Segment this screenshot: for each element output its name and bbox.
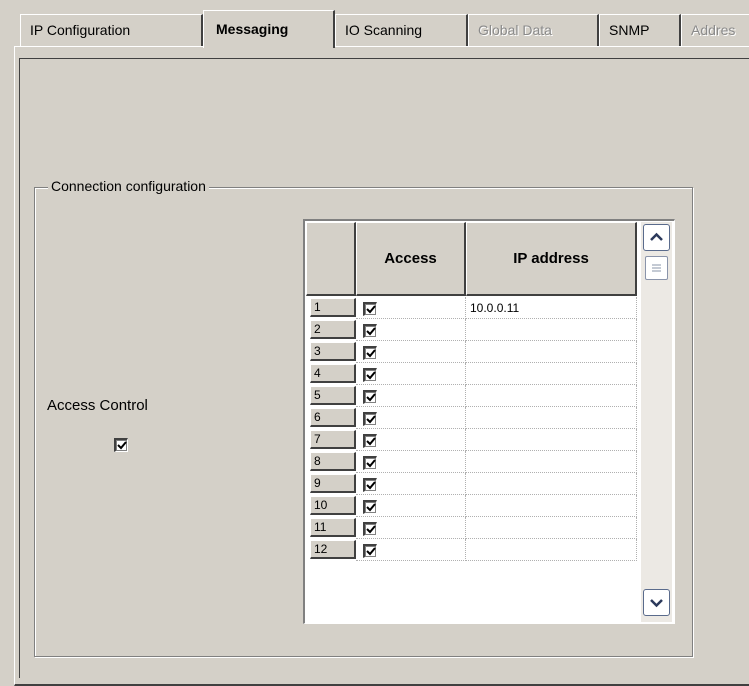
row-number[interactable]: 9 [310, 474, 356, 493]
checkmark-icon [366, 349, 376, 358]
column-header-ip-address[interactable]: IP address [466, 222, 637, 296]
access-checkbox[interactable] [363, 544, 377, 558]
access-grid: Access IP address 1 10.0.0.11 2 3 4 5 6 7 8 9 10 11… [303, 219, 675, 624]
scroll-down-button[interactable] [643, 589, 670, 616]
access-checkbox[interactable] [363, 368, 377, 382]
vertical-scrollbar[interactable] [641, 222, 672, 622]
row-number[interactable]: 8 [310, 452, 356, 471]
column-header-access[interactable]: Access [356, 222, 466, 296]
access-checkbox[interactable] [363, 324, 377, 338]
tab-label: IP Configuration [30, 22, 131, 38]
tab-label: Global Data [478, 22, 552, 38]
row-number[interactable]: 10 [310, 496, 356, 515]
ip-address-cell[interactable] [466, 429, 637, 451]
access-checkbox[interactable] [363, 500, 377, 514]
scroll-thumb[interactable] [645, 256, 668, 280]
checkmark-icon [366, 525, 376, 534]
row-number[interactable]: 12 [310, 540, 356, 559]
row-number[interactable]: 6 [310, 408, 356, 427]
access-cell[interactable] [356, 473, 466, 495]
checkmark-icon [366, 305, 376, 314]
access-cell[interactable] [356, 451, 466, 473]
tab-address[interactable]: Addres [681, 14, 749, 46]
row-number[interactable]: 1 [310, 298, 356, 317]
grid-corner-header [306, 222, 356, 296]
checkmark-icon [366, 415, 376, 424]
row-number[interactable]: 3 [310, 342, 356, 361]
ip-address-cell[interactable]: 10.0.0.11 [466, 297, 637, 319]
ip-address-cell[interactable] [466, 517, 637, 539]
access-cell[interactable] [356, 407, 466, 429]
checkmark-icon [366, 481, 376, 490]
ip-address-cell[interactable] [466, 385, 637, 407]
access-cell[interactable] [356, 385, 466, 407]
tab-snmp[interactable]: SNMP [599, 14, 681, 46]
tab-messaging[interactable]: Messaging [203, 10, 335, 48]
grip-icon [652, 264, 661, 272]
checkmark-icon [366, 371, 376, 380]
access-checkbox[interactable] [363, 456, 377, 470]
group-title: Connection configuration [48, 176, 209, 196]
scroll-up-button[interactable] [643, 224, 670, 251]
checkmark-icon [366, 437, 376, 446]
access-cell[interactable] [356, 297, 466, 319]
chevron-up-icon [650, 232, 663, 241]
tab-global-data[interactable]: Global Data [468, 14, 599, 46]
tab-label: Addres [691, 22, 736, 38]
row-number[interactable]: 4 [310, 364, 356, 383]
checkmark-icon [366, 547, 376, 556]
tab-ip-configuration[interactable]: IP Configuration [20, 14, 203, 46]
access-checkbox[interactable] [363, 390, 377, 404]
access-cell[interactable] [356, 319, 466, 341]
access-checkbox[interactable] [363, 412, 377, 426]
row-number[interactable]: 11 [310, 518, 356, 537]
access-cell[interactable] [356, 539, 466, 561]
checkmark-icon [117, 441, 127, 450]
access-cell[interactable] [356, 363, 466, 385]
ip-address-cell[interactable] [466, 495, 637, 517]
ip-address-cell[interactable] [466, 473, 637, 495]
ip-address-cell[interactable] [466, 407, 637, 429]
access-checkbox[interactable] [363, 434, 377, 448]
access-checkbox[interactable] [363, 346, 377, 360]
tab-label: Messaging [216, 21, 289, 37]
access-cell[interactable] [356, 429, 466, 451]
chevron-down-icon [650, 599, 663, 608]
tab-label: IO Scanning [345, 22, 423, 38]
checkmark-icon [366, 459, 376, 468]
checkmark-icon [366, 503, 376, 512]
access-cell[interactable] [356, 495, 466, 517]
checkmark-icon [366, 327, 376, 336]
row-number[interactable]: 7 [310, 430, 356, 449]
access-checkbox[interactable] [363, 522, 377, 536]
ip-address-cell[interactable] [466, 363, 637, 385]
ip-address-cell[interactable] [466, 341, 637, 363]
access-control-checkbox[interactable] [114, 438, 128, 452]
tab-label: SNMP [609, 22, 650, 38]
row-number[interactable]: 2 [310, 320, 356, 339]
access-control-label: Access Control [47, 397, 148, 414]
tab-io-scanning[interactable]: IO Scanning [335, 14, 468, 46]
access-cell[interactable] [356, 517, 466, 539]
ip-address-cell[interactable] [466, 451, 637, 473]
row-number[interactable]: 5 [310, 386, 356, 405]
access-checkbox[interactable] [363, 302, 377, 316]
ip-address-cell[interactable] [466, 539, 637, 561]
ip-address-cell[interactable] [466, 319, 637, 341]
access-checkbox[interactable] [363, 478, 377, 492]
checkmark-icon [366, 393, 376, 402]
access-cell[interactable] [356, 341, 466, 363]
